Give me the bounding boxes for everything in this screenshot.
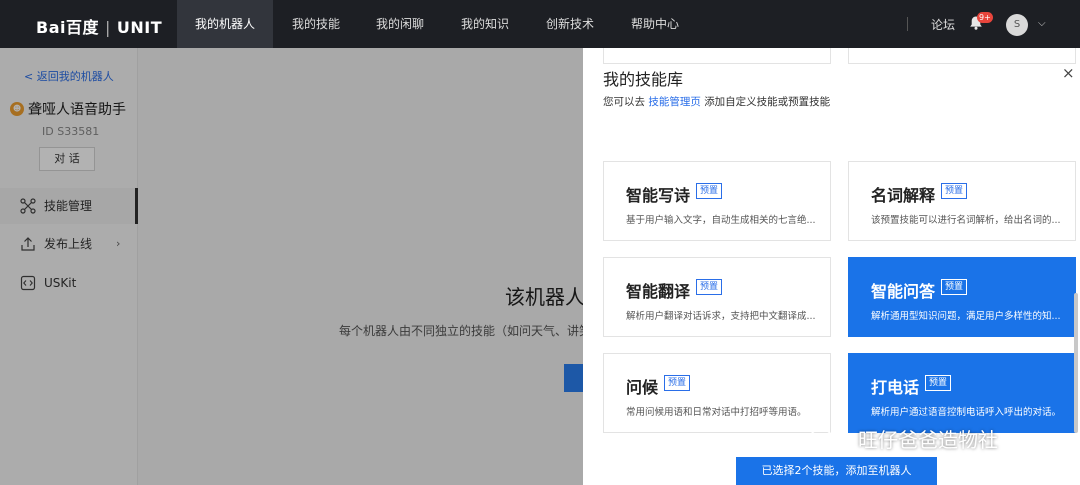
skill-card-greeting[interactable]: 问候 预置 常用问候用语和日常对话中打招呼等用语。 <box>603 353 831 433</box>
skill-card-poetry[interactable]: 智能写诗 预置 基于用户输入文字，自动生成相关的七言绝... <box>603 161 831 241</box>
preset-badge: 预置 <box>696 279 723 295</box>
skill-management-link[interactable]: 技能管理页 <box>648 96 701 108</box>
skill-description: 解析用户翻译对话诉求，支持把中文翻译成... <box>626 311 816 322</box>
baidu-unit-logo[interactable]: Bai百度 | UNIT <box>36 14 162 38</box>
wechat-icon <box>809 428 842 450</box>
skill-name: 打电话 <box>871 378 920 397</box>
drawer-subtitle: 您可以去 技能管理页 添加自定义技能或预置技能 <box>603 94 830 109</box>
subtitle-text: 添加自定义技能或预置技能 <box>704 96 831 108</box>
skill-name: 智能翻译 <box>626 282 691 301</box>
logo-brand: Bai百度 <box>36 18 99 37</box>
nav-innovation[interactable]: 创新技术 <box>528 0 612 48</box>
preset-badge: 预置 <box>696 183 723 199</box>
skill-name: 名词解释 <box>871 186 936 205</box>
preset-badge: 预置 <box>941 183 968 199</box>
chevron-down-icon[interactable]: ⌵ <box>1038 18 1046 29</box>
skill-description: 基于用户输入文字，自动生成相关的七言绝... <box>626 215 816 226</box>
skill-card[interactable] <box>603 48 831 64</box>
skill-name: 问候 <box>626 378 659 397</box>
nav-help-center[interactable]: 帮助中心 <box>613 0 697 48</box>
skill-card[interactable] <box>848 48 1076 64</box>
drawer-title: 我的技能库 <box>603 70 684 89</box>
skill-description: 解析用户通过语音控制电话呼入呼出的对话。 <box>871 407 1062 418</box>
skill-description: 该预置技能可以进行名词解析，给出名词的... <box>871 215 1061 226</box>
add-to-robot-button[interactable]: 已选择2个技能，添加至机器人 <box>736 457 937 485</box>
watermark-text: 旺仔爸爸造物社 <box>858 428 998 452</box>
skill-name: 智能问答 <box>871 282 936 301</box>
close-icon[interactable]: × <box>1062 64 1075 82</box>
nav-my-knowledge[interactable]: 我的知识 <box>443 0 527 48</box>
nav-my-chitchat[interactable]: 我的闲聊 <box>358 0 442 48</box>
nav-my-skills[interactable]: 我的技能 <box>274 0 358 48</box>
skill-description: 解析通用型知识问题，满足用户多样性的知... <box>871 311 1061 322</box>
notification-badge: 9+ <box>977 12 993 23</box>
top-nav-bar: Bai百度 | UNIT 我的机器人 我的技能 我的闲聊 我的知识 创新技术 帮助中… <box>0 0 1080 48</box>
nav-my-robots[interactable]: 我的机器人 <box>177 0 274 48</box>
skill-description: 常用问候用语和日常对话中打招呼等用语。 <box>626 407 807 418</box>
nav-forum[interactable]: 论坛 <box>931 16 955 33</box>
preset-badge: 预置 <box>664 375 691 391</box>
preset-badge: 预置 <box>941 279 968 295</box>
nav-divider <box>907 17 908 31</box>
skill-card-translate[interactable]: 智能翻译 预置 解析用户翻译对话诉求，支持把中文翻译成... <box>603 257 831 337</box>
subtitle-text: 您可以去 <box>603 96 645 108</box>
skill-card-qa[interactable]: 智能问答 预置 解析通用型知识问题，满足用户多样性的知... <box>848 257 1076 337</box>
drawer-scrollbar[interactable] <box>1074 293 1078 433</box>
skill-card-term-explain[interactable]: 名词解释 预置 该预置技能可以进行名词解析，给出名词的... <box>848 161 1076 241</box>
skill-library-drawer: 我的技能库 您可以去 技能管理页 添加自定义技能或预置技能 × 智能写诗 预置 … <box>583 48 1080 485</box>
skill-card-phone-call[interactable]: 打电话 预置 解析用户通过语音控制电话呼入呼出的对话。 <box>848 353 1076 433</box>
skill-name: 智能写诗 <box>626 186 691 205</box>
logo-product: UNIT <box>116 18 163 37</box>
logo-divider: | <box>104 18 111 37</box>
avatar[interactable]: S <box>1006 14 1028 36</box>
preset-badge: 预置 <box>925 375 952 391</box>
